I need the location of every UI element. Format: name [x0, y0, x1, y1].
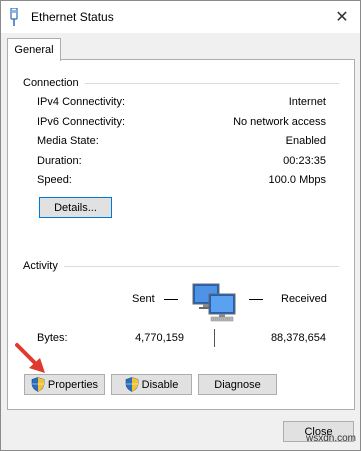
bytes-received-value: 88,378,654: [270, 332, 326, 344]
general-panel: [7, 59, 355, 410]
connection-group-label: Connection: [23, 77, 85, 89]
sent-label: Sent: [132, 293, 155, 305]
media-state-value: Enabled: [285, 135, 326, 147]
ipv4-connectivity-value: Internet: [288, 96, 326, 108]
properties-button-label: Properties: [47, 378, 99, 391]
window-title: Ethernet Status: [31, 10, 114, 24]
ipv6-connectivity-label: IPv6 Connectivity:: [37, 116, 126, 128]
properties-button[interactable]: Properties: [24, 374, 105, 395]
ethernet-adapter-icon: [10, 8, 18, 26]
sent-dash: [164, 299, 178, 300]
uac-shield-icon: [31, 377, 45, 392]
details-button[interactable]: Details...: [39, 197, 112, 218]
title-bar[interactable]: Ethernet Status ✕: [1, 1, 360, 33]
duration-value: 00:23:35: [283, 155, 326, 167]
activity-divider: [23, 266, 339, 267]
bytes-sent-value: 4,770,159: [135, 332, 184, 344]
received-label: Received: [281, 293, 327, 305]
duration-label: Duration:: [37, 155, 82, 167]
activity-group-label: Activity: [23, 260, 64, 272]
speed-value: 100.0 Mbps: [268, 174, 326, 186]
disable-button-label: Disable: [141, 378, 179, 391]
diagnose-button[interactable]: Diagnose: [198, 374, 277, 395]
ethernet-status-window: Ethernet Status ✕ General Connection IPv…: [0, 0, 361, 451]
title-close-button[interactable]: ✕: [325, 3, 359, 31]
network-computers-icon: [192, 283, 236, 322]
tab-general[interactable]: General: [7, 38, 61, 61]
ipv4-connectivity-label: IPv4 Connectivity:: [37, 96, 126, 108]
activity-separator: [214, 329, 215, 347]
speed-label: Speed:: [37, 174, 72, 186]
media-state-label: Media State:: [37, 135, 99, 147]
red-arrow-annotation: [15, 343, 45, 373]
disable-button[interactable]: Disable: [111, 374, 192, 395]
uac-shield-icon: [125, 377, 138, 392]
ipv6-connectivity-value: No network access: [233, 116, 326, 128]
received-dash: [249, 299, 263, 300]
watermark-text: wsxdn.com: [305, 433, 356, 444]
